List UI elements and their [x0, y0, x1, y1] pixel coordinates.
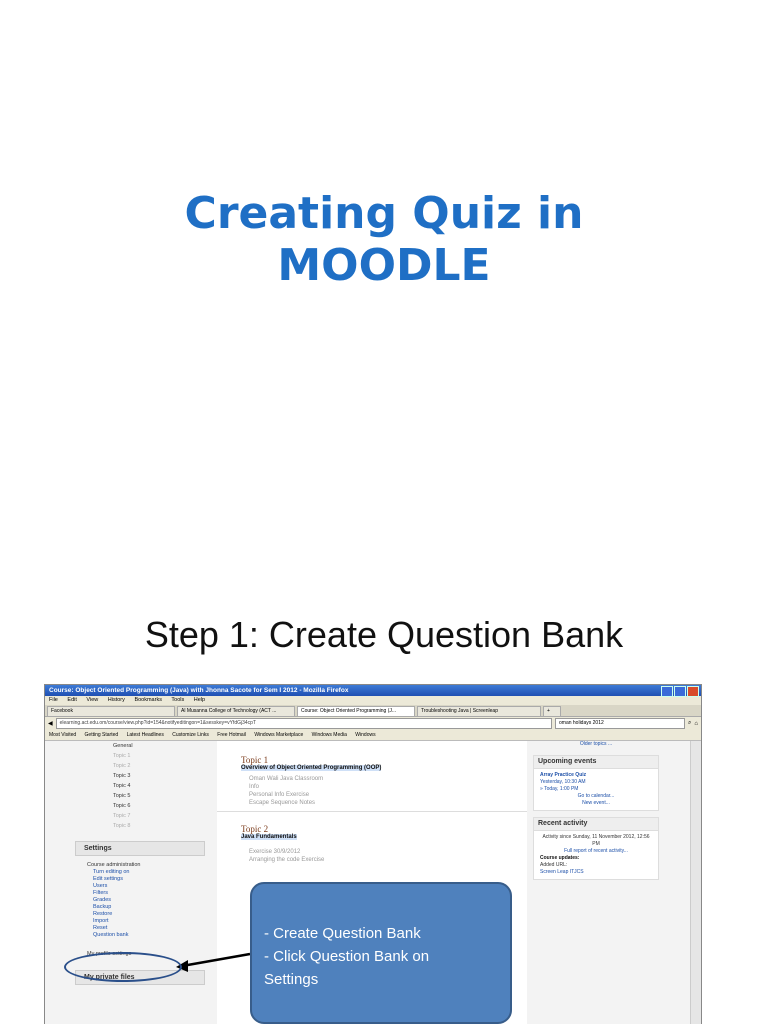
callout-line-3: Settings	[264, 971, 319, 988]
highlight-oval	[64, 952, 182, 982]
callout-line-2: - Click Question Bank on	[264, 948, 430, 965]
instruction-callout: - Create Question Bank - Click Question …	[250, 882, 512, 1024]
callout-line-1: - Create Question Bank	[264, 925, 421, 942]
pointer-arrow-icon	[176, 952, 251, 972]
